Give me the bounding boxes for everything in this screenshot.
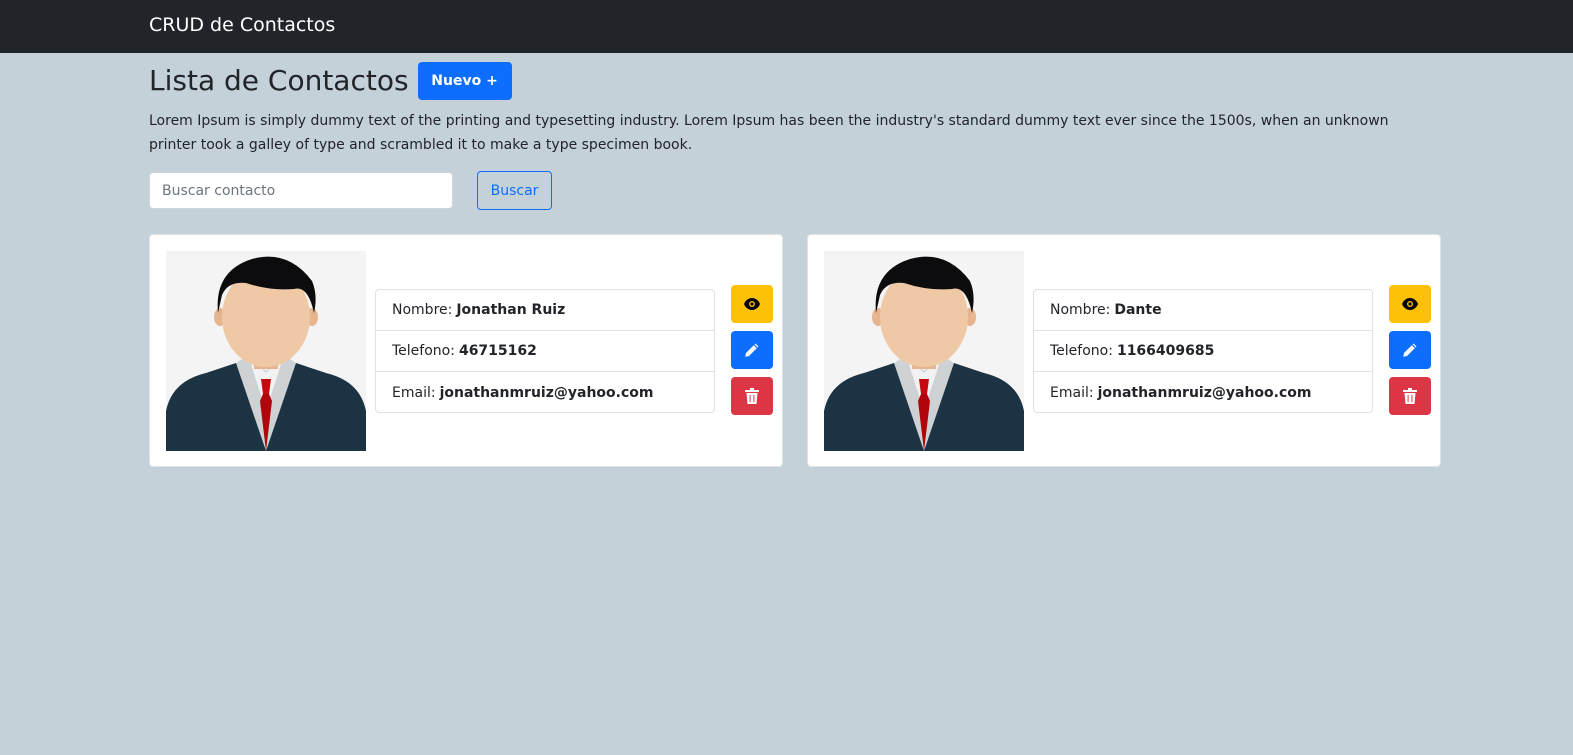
search-input[interactable] bbox=[149, 172, 453, 209]
contact-phone: 46715162 bbox=[458, 343, 537, 359]
contact-info-list: Nombre: Jonathan Ruiz Telefono: 46715162… bbox=[375, 289, 715, 413]
navbar: CRUD de Contactos bbox=[0, 0, 1573, 53]
page-title: Lista de Contactos bbox=[149, 64, 409, 97]
contact-email: jonathanmruiz@yahoo.com bbox=[1097, 384, 1312, 401]
name-label: Nombre: bbox=[1050, 302, 1111, 318]
phone-label: Telefono: bbox=[1050, 343, 1113, 359]
email-label: Email: bbox=[1050, 384, 1094, 401]
contact-card: Nombre: Jonathan Ruiz Telefono: 46715162… bbox=[149, 234, 783, 467]
contact-phone-row: Telefono: 46715162 bbox=[376, 331, 714, 372]
view-contact-button[interactable] bbox=[731, 285, 773, 323]
email-label: Email: bbox=[392, 384, 436, 401]
delete-contact-button[interactable] bbox=[1389, 377, 1431, 415]
new-contact-button[interactable]: Nuevo + bbox=[417, 62, 512, 100]
eye-icon bbox=[1402, 298, 1418, 310]
pencil-icon bbox=[745, 343, 759, 357]
view-contact-button[interactable] bbox=[1389, 285, 1431, 323]
edit-contact-button[interactable] bbox=[1389, 331, 1431, 369]
contact-phone: 1166409685 bbox=[1116, 343, 1215, 359]
contact-phone-row: Telefono: 1166409685 bbox=[1034, 331, 1372, 372]
trash-icon bbox=[1403, 388, 1417, 404]
contact-info-list: Nombre: Dante Telefono: 1166409685 Email… bbox=[1033, 289, 1373, 413]
delete-contact-button[interactable] bbox=[731, 377, 773, 415]
heading-row: Lista de Contactos Nuevo + bbox=[149, 62, 512, 100]
contact-card: Nombre: Dante Telefono: 1166409685 Email… bbox=[807, 234, 1441, 467]
avatar bbox=[824, 251, 1024, 451]
edit-contact-button[interactable] bbox=[731, 331, 773, 369]
contact-name: Jonathan Ruiz bbox=[456, 302, 566, 318]
avatar bbox=[166, 251, 366, 451]
contact-name: Dante bbox=[1114, 302, 1162, 318]
contact-name-row: Nombre: Dante bbox=[1034, 290, 1372, 331]
trash-icon bbox=[745, 388, 759, 404]
contact-email-row: Email: jonathanmruiz@yahoo.com bbox=[376, 372, 714, 412]
contact-name-row: Nombre: Jonathan Ruiz bbox=[376, 290, 714, 331]
name-label: Nombre: bbox=[392, 302, 453, 318]
contact-email-row: Email: jonathanmruiz@yahoo.com bbox=[1034, 372, 1372, 412]
eye-icon bbox=[744, 298, 760, 310]
phone-label: Telefono: bbox=[392, 343, 455, 359]
search-button[interactable]: Buscar bbox=[477, 171, 552, 210]
navbar-brand[interactable]: CRUD de Contactos bbox=[149, 13, 335, 37]
contact-email: jonathanmruiz@yahoo.com bbox=[439, 384, 654, 401]
description-text: Lorem Ipsum is simply dummy text of the … bbox=[149, 113, 1389, 153]
pencil-icon bbox=[1403, 343, 1417, 357]
